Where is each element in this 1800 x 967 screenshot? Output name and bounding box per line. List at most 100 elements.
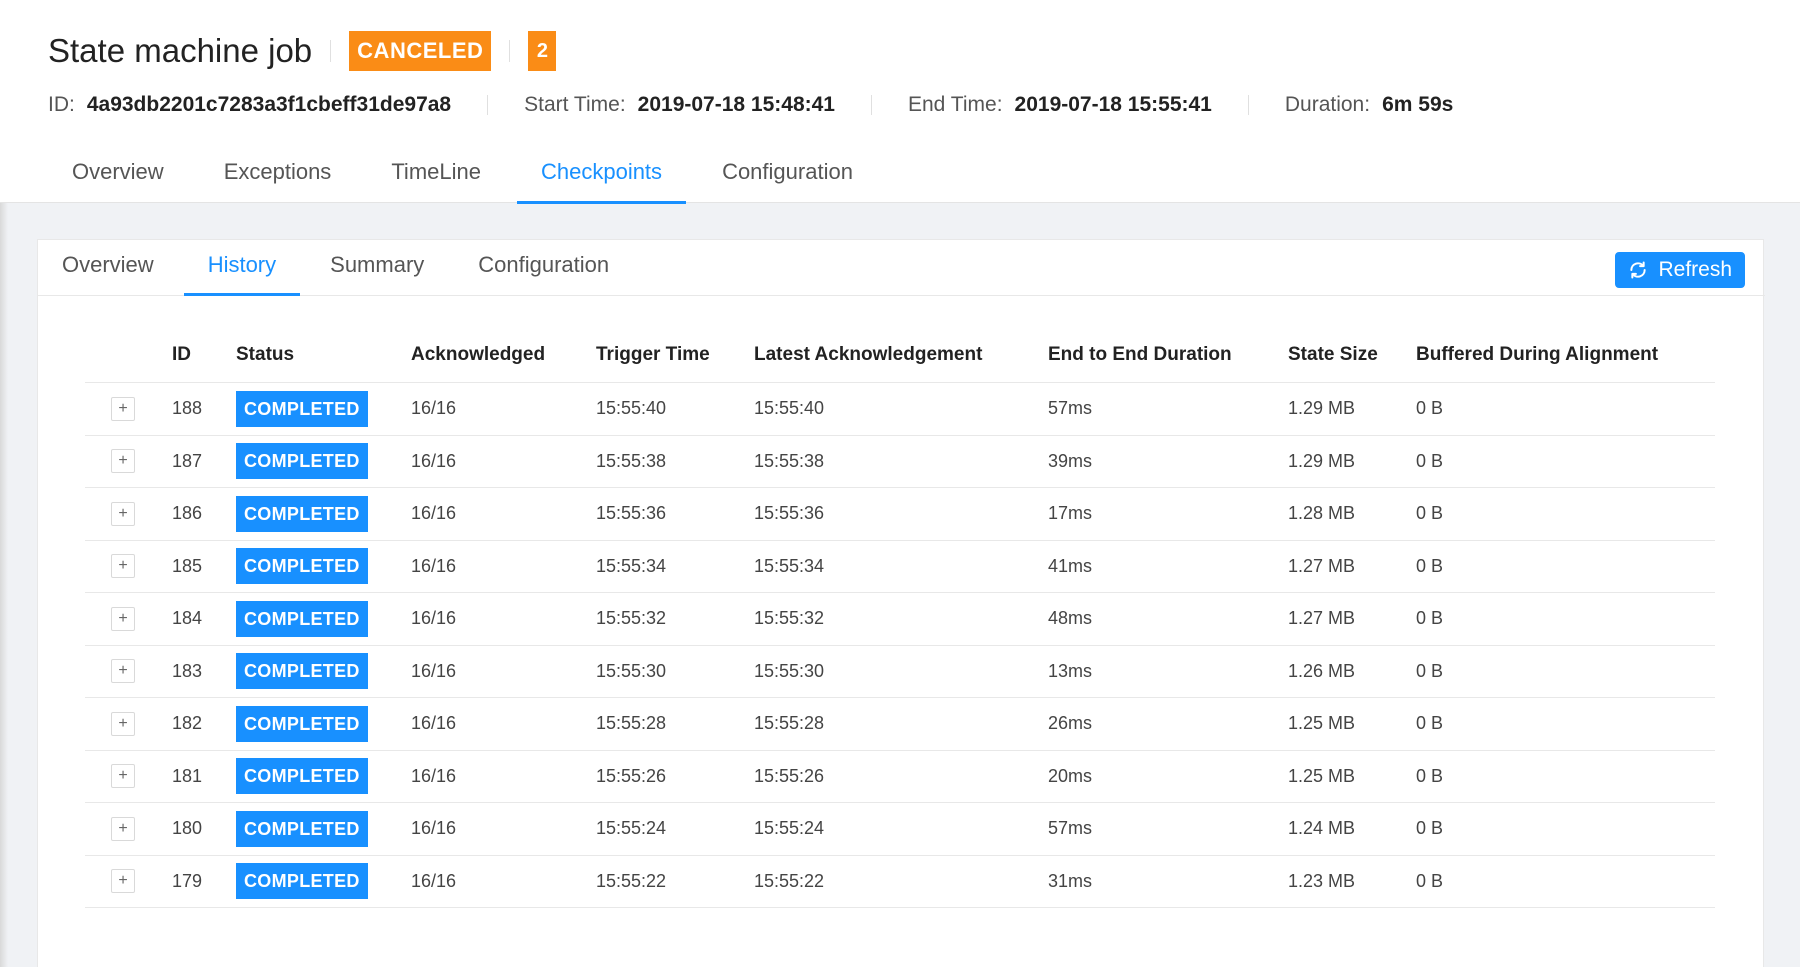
buffered-during-alignment: 0 B xyxy=(1416,503,1444,524)
table-row[interactable]: + 183 COMPLETED 16/16 15:55:30 15:55:30 … xyxy=(85,646,1715,698)
trigger-time: 15:55:24 xyxy=(596,818,667,839)
job-title: State machine job xyxy=(48,32,313,69)
state-size: 1.27 MB xyxy=(1288,555,1356,576)
state-size: 1.28 MB xyxy=(1288,503,1356,524)
state-size: 1.23 MB xyxy=(1288,870,1356,891)
table-row[interactable]: + 181 COMPLETED 16/16 15:55:26 15:55:26 … xyxy=(85,751,1715,803)
column-header[interactable]: Trigger Time xyxy=(596,344,754,366)
status-cell: COMPLETED xyxy=(236,548,411,585)
status-badge: COMPLETED xyxy=(236,758,368,795)
tab-configuration[interactable]: Configuration xyxy=(698,150,877,204)
column-header[interactable]: State Size xyxy=(1288,344,1416,366)
refresh-button[interactable]: Refresh xyxy=(1615,252,1745,288)
status-cell: COMPLETED xyxy=(236,390,411,427)
latest-ack: 15:55:40 xyxy=(754,398,825,419)
end-to-end-duration: 13ms xyxy=(1048,660,1093,681)
subtab-configuration[interactable]: Configuration xyxy=(454,240,633,296)
table-row[interactable]: + 180 COMPLETED 16/16 15:55:24 15:55:24 … xyxy=(85,803,1715,856)
status-cell: COMPLETED xyxy=(236,600,411,637)
duration: 6m 59s xyxy=(1382,93,1454,116)
expand-cell: + xyxy=(85,764,172,789)
checkpoint-id: 179 xyxy=(172,870,203,891)
page: State machine job CANCELED 2 ID: 4a93db2… xyxy=(0,0,1800,967)
status-badge: COMPLETED xyxy=(236,390,368,427)
trigger-time: 15:55:30 xyxy=(596,660,667,681)
column-header[interactable]: ID xyxy=(172,344,236,366)
expand-cell: + xyxy=(85,869,172,894)
acknowledged: 16/16 xyxy=(411,450,457,471)
end-to-end-duration: 31ms xyxy=(1048,870,1093,891)
refresh-label: Refresh xyxy=(1658,258,1732,281)
expand-cell: + xyxy=(85,396,172,421)
expand-cell: + xyxy=(85,816,172,841)
end-to-end-duration: 26ms xyxy=(1048,713,1093,734)
buffered-during-alignment: 0 B xyxy=(1416,818,1444,839)
plus-icon[interactable]: + xyxy=(111,501,135,526)
table-row[interactable]: + 188 COMPLETED 16/16 15:55:40 15:55:40 … xyxy=(85,383,1715,436)
divider xyxy=(330,40,332,62)
latest-ack: 15:55:34 xyxy=(754,555,825,576)
status-cell: COMPLETED xyxy=(236,863,411,900)
table-header: ID Status Acknowledged Trigger Time Late… xyxy=(85,328,1715,383)
end-to-end-duration: 41ms xyxy=(1048,555,1093,576)
end-to-end-duration: 39ms xyxy=(1048,450,1093,471)
status-badge: COMPLETED xyxy=(236,548,368,585)
plus-icon[interactable]: + xyxy=(111,869,135,894)
latest-ack: 15:55:32 xyxy=(754,608,825,629)
job-state-badge: CANCELED xyxy=(349,31,492,71)
task-count-badge: 2 xyxy=(528,31,557,71)
table-row[interactable]: + 187 COMPLETED 16/16 15:55:38 15:55:38 … xyxy=(85,436,1715,488)
trigger-time: 15:55:28 xyxy=(596,713,667,734)
table-row[interactable]: + 186 COMPLETED 16/16 15:55:36 15:55:36 … xyxy=(85,488,1715,541)
plus-icon[interactable]: + xyxy=(111,711,135,736)
tab-checkpoints[interactable]: Checkpoints xyxy=(516,150,687,204)
subtab-history[interactable]: History xyxy=(183,240,301,296)
subtab-summary[interactable]: Summary xyxy=(306,240,448,296)
tab-overview[interactable]: Overview xyxy=(48,150,188,204)
checkpoint-id: 181 xyxy=(172,765,203,786)
buffered-during-alignment: 0 B xyxy=(1416,555,1444,576)
latest-ack: 15:55:36 xyxy=(754,503,825,524)
table-row[interactable]: + 184 COMPLETED 16/16 15:55:32 15:55:32 … xyxy=(85,593,1715,646)
buffered-during-alignment: 0 B xyxy=(1416,713,1444,734)
tab-exceptions[interactable]: Exceptions xyxy=(200,150,356,204)
plus-icon[interactable]: + xyxy=(111,449,135,474)
checkpoint-id: 184 xyxy=(172,608,203,629)
status-cell: COMPLETED xyxy=(236,810,411,847)
buffered-during-alignment: 0 B xyxy=(1416,450,1444,471)
divider xyxy=(509,40,511,62)
tab-timeline[interactable]: TimeLine xyxy=(367,150,505,204)
acknowledged: 16/16 xyxy=(411,713,457,734)
column-header[interactable]: Latest Acknowledgement xyxy=(754,344,1048,366)
status-cell: COMPLETED xyxy=(236,653,411,690)
expand-cell: + xyxy=(85,659,172,684)
checkpoint-id: 182 xyxy=(172,713,203,734)
column-header[interactable]: End to End Duration xyxy=(1048,344,1288,366)
end-time-label: End Time: xyxy=(907,93,1003,116)
plus-icon[interactable]: + xyxy=(111,396,135,421)
column-header[interactable]: Buffered During Alignment xyxy=(1416,344,1715,366)
acknowledged: 16/16 xyxy=(411,660,457,681)
table-row[interactable]: + 185 COMPLETED 16/16 15:55:34 15:55:34 … xyxy=(85,541,1715,593)
plus-icon[interactable]: + xyxy=(111,659,135,684)
plus-icon[interactable]: + xyxy=(111,554,135,579)
plus-icon[interactable]: + xyxy=(111,816,135,841)
state-size: 1.29 MB xyxy=(1288,398,1356,419)
expand-cell: + xyxy=(85,554,172,579)
plus-icon[interactable]: + xyxy=(111,606,135,631)
column-header[interactable]: Acknowledged xyxy=(411,344,596,366)
status-cell: COMPLETED xyxy=(236,758,411,795)
table-row[interactable]: + 179 COMPLETED 16/16 15:55:22 15:55:22 … xyxy=(85,856,1715,908)
buffered-during-alignment: 0 B xyxy=(1416,870,1444,891)
plus-icon[interactable]: + xyxy=(111,764,135,789)
column-header[interactable]: Status xyxy=(236,344,411,366)
trigger-time: 15:55:22 xyxy=(596,870,667,891)
checkpoints-card: Overview History Summary Configuration R… xyxy=(37,239,1765,967)
checkpoint-id: 186 xyxy=(172,503,203,524)
subtab-overview[interactable]: Overview xyxy=(38,240,178,296)
end-to-end-duration: 20ms xyxy=(1048,765,1093,786)
trigger-time: 15:55:38 xyxy=(596,450,667,471)
buffered-during-alignment: 0 B xyxy=(1416,398,1444,419)
table-row[interactable]: + 182 COMPLETED 16/16 15:55:28 15:55:28 … xyxy=(85,698,1715,751)
latest-ack: 15:55:26 xyxy=(754,765,825,786)
